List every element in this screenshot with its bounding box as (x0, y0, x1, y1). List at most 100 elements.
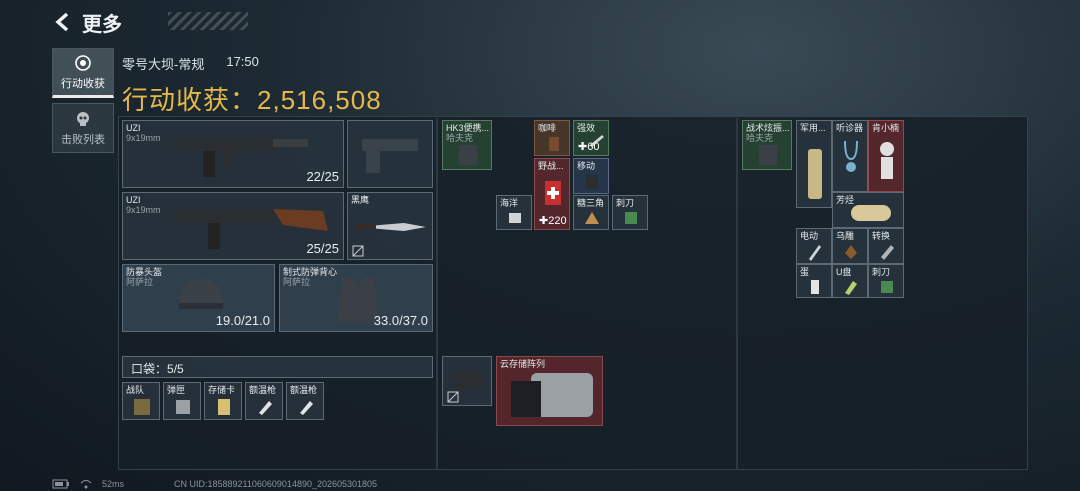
broken-icon (447, 391, 459, 403)
wifi-icon (80, 480, 92, 489)
magazine-icon (176, 400, 190, 414)
status-footer: 52ms CN UID:185889211060609014890_202605… (52, 477, 377, 491)
item-name: 弹匣 (167, 385, 186, 395)
tactical-rig-item[interactable]: 战术炫振... 哈夫克 (742, 120, 792, 170)
broken-icon (352, 245, 364, 257)
device-icon (586, 175, 598, 189)
coffee-icon (549, 137, 559, 151)
weapon-slot-1[interactable]: UZI 9x19mm 22/25 (122, 120, 344, 188)
count-value: 220 (548, 215, 567, 227)
item-name: 海洋 (500, 198, 519, 208)
back-arrow-icon[interactable] (52, 11, 74, 33)
electric-item[interactable]: 电动 (796, 228, 832, 264)
medkit-icon (545, 181, 561, 205)
uid: CN UID:185889211060609014890_20260530180… (174, 479, 378, 489)
item-name: 转换 (872, 231, 891, 241)
roll-icon (851, 205, 891, 221)
item-name: 乌雕 (836, 231, 855, 241)
mobile-item[interactable]: 移动 (573, 158, 609, 194)
helmet-slot[interactable]: 防暴头盔 阿萨拉 19.0/21.0 (122, 264, 275, 332)
skull-icon (77, 111, 89, 126)
server-icon (511, 373, 593, 417)
bayonet-item[interactable]: 刺刀 (612, 195, 648, 230)
thermometer-icon (259, 401, 272, 415)
pistol-slot[interactable] (347, 120, 433, 188)
tool-icon (809, 245, 821, 261)
pocket-item[interactable]: 战队 (122, 382, 160, 420)
pocket-count: 5/5 (167, 362, 184, 376)
tab-label: 行动收获 (61, 77, 105, 90)
backpack-icon (459, 145, 477, 165)
weapon-caliber: 9x19mm (126, 205, 161, 215)
pocket-label: 口袋： (131, 362, 168, 376)
pocket-item[interactable]: 额温枪 (245, 382, 283, 420)
figurine-item[interactable]: 肯小楠 (868, 120, 904, 192)
pocket-item[interactable]: 弹匣 (163, 382, 201, 420)
cloud-storage-item[interactable]: 云存储阵列 (496, 356, 603, 426)
stethoscope-icon (844, 140, 858, 172)
pouch-icon (509, 213, 521, 223)
aromatic-item[interactable]: 芳烃 (832, 192, 904, 228)
tab-action-loot[interactable]: 行动收获 (52, 48, 114, 98)
item-name: 野战... (538, 161, 564, 171)
rig-icon (759, 145, 777, 165)
stimulant-item[interactable]: 强效 ✚60 (573, 120, 609, 156)
divider (436, 118, 438, 470)
battery-icon (52, 479, 69, 489)
item-name: U盘 (836, 267, 852, 277)
usb-item[interactable]: U盘 (832, 264, 868, 298)
candy-item[interactable]: 糖三角 (573, 195, 609, 230)
item-name: 军用... (800, 123, 826, 133)
helmet-origin: 阿萨拉 (126, 277, 154, 287)
hk3-item[interactable]: HK3便携... 哈夫克 (442, 120, 492, 170)
pistol-icon (362, 139, 418, 173)
page-title: 更多 (82, 13, 122, 36)
thermometer-icon (300, 401, 313, 415)
lantern-item[interactable]: 军用... (796, 120, 832, 208)
top-bar: 更多 (52, 8, 122, 36)
field-kit-item[interactable]: 野战... ✚220 (534, 158, 570, 230)
item-name: 电动 (800, 231, 819, 241)
tab-label: 击败列表 (61, 133, 105, 146)
melee-slot[interactable]: 黑鹰 (347, 192, 433, 260)
item-count: ✚60 (578, 141, 600, 153)
item-name: 糖三角 (577, 198, 605, 208)
item-name: 蛋 (800, 267, 810, 277)
ping: 52ms (102, 479, 125, 489)
vest-durability: 33.0/37.0 (373, 313, 428, 328)
item-name: 听诊器 (836, 123, 864, 133)
egg-item[interactable]: 蛋 (796, 264, 832, 298)
pocket-item[interactable]: 额温枪 (286, 382, 324, 420)
divider (736, 118, 738, 470)
pocket-item[interactable]: 存储卡 (204, 382, 242, 420)
side-tabs: 行动收获 击败列表 (52, 48, 114, 158)
figurine-icon (880, 142, 894, 179)
item-name: 咖啡 (538, 123, 557, 133)
map-name: 零号大坝-常规 (122, 57, 205, 72)
item-name: 额温枪 (249, 385, 277, 395)
item-name: 刺刀 (872, 267, 891, 277)
weapon-slot-2[interactable]: UZI 9x19mm 25/25 (122, 192, 344, 260)
melee-name: 黑鹰 (351, 195, 370, 205)
eagle-item[interactable]: 乌雕 (832, 228, 868, 264)
lantern-icon (808, 149, 822, 199)
weapon-ammo: 25/25 (306, 241, 339, 256)
adapter-icon (881, 245, 894, 260)
item-name: 存储卡 (208, 385, 236, 395)
card-icon (134, 399, 150, 415)
coffee-item[interactable]: 咖啡 (534, 120, 570, 156)
stethoscope-item[interactable]: 听诊器 (832, 120, 868, 192)
container-slot[interactable] (442, 356, 492, 406)
case-icon (453, 371, 483, 389)
tab-kill-list[interactable]: 击败列表 (52, 103, 114, 153)
item-name: 肯小楠 (872, 123, 900, 133)
bayonet-item-2[interactable]: 刺刀 (868, 264, 904, 298)
loot-value: 行动收获：2,516,508 (122, 80, 382, 117)
vest-slot[interactable]: 制式防弹背心 阿萨拉 33.0/37.0 (279, 264, 433, 332)
uzi-icon (173, 137, 308, 177)
ocean-item[interactable]: 海洋 (496, 195, 532, 230)
item-name: 战队 (126, 385, 145, 395)
converter-item[interactable]: 转换 (868, 228, 904, 264)
item-name: 额温枪 (290, 385, 318, 395)
count-value: 60 (587, 141, 600, 153)
